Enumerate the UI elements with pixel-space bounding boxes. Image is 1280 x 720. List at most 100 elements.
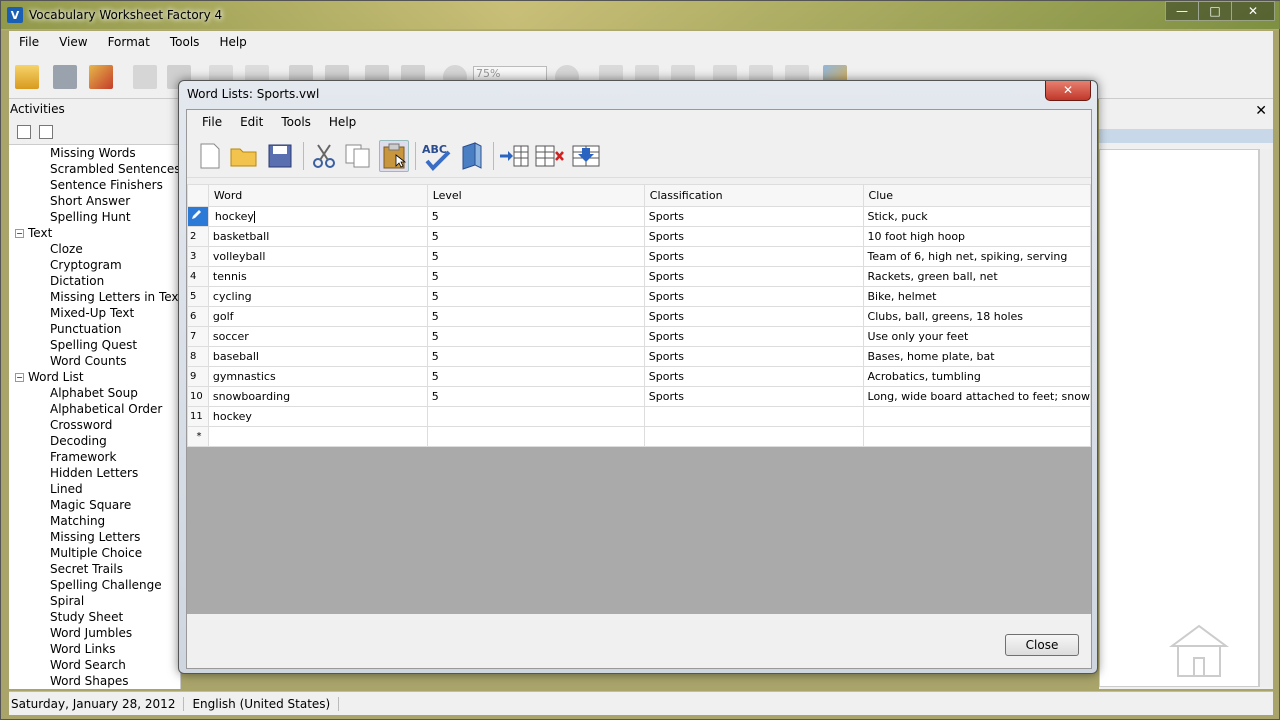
expand-all-icon[interactable] [17, 125, 31, 139]
preview-scrollbar[interactable] [1259, 149, 1273, 687]
paste-icon[interactable] [379, 140, 409, 172]
tree-item[interactable]: Sentence Finishers [9, 177, 181, 193]
tree-item[interactable]: Word Search [9, 657, 181, 673]
tree-item[interactable]: Punctuation [9, 321, 181, 337]
insert-row-icon[interactable] [499, 140, 529, 172]
tree-item[interactable]: Study Sheet [9, 609, 181, 625]
table-row[interactable]: 6 golf 5 Sports Clubs, ball, greens, 18 hole… [187, 306, 1092, 327]
cell-classification[interactable]: Sports [643, 266, 864, 287]
tree-item[interactable]: Dictation [9, 273, 181, 289]
tree-item[interactable]: Hidden Letters [9, 465, 181, 481]
tree-item[interactable]: Spelling Quest [9, 337, 181, 353]
cell-clue[interactable]: Clubs, ball, greens, 18 holes [862, 306, 1092, 327]
cell-level[interactable]: 5 [426, 306, 645, 327]
cell-clue[interactable]: Bases, home plate, bat [862, 346, 1092, 367]
column-header-level[interactable]: Level [426, 184, 645, 207]
cell-clue[interactable]: Use only your feet [862, 326, 1092, 347]
table-row[interactable]: 2 basketball 5 Sports 10 foot high hoop [187, 226, 1092, 247]
cell-classification[interactable]: Sports [643, 226, 864, 247]
cell-clue[interactable]: Bike, helmet [862, 286, 1092, 307]
maximize-button[interactable]: □ [1198, 1, 1232, 21]
column-header-clue[interactable]: Clue [862, 184, 1092, 207]
collapse-node-icon[interactable]: − [15, 373, 24, 382]
tree-item[interactable]: Mixed-Up Text [9, 305, 181, 321]
cell-word[interactable]: hockey [207, 406, 428, 427]
new-file-icon[interactable] [195, 140, 225, 172]
menu-file[interactable]: File [9, 35, 49, 49]
save-icon[interactable] [53, 65, 77, 89]
cell-classification[interactable]: Sports [643, 206, 864, 227]
open-folder-icon[interactable] [15, 65, 39, 89]
cell-word[interactable]: hockey [207, 206, 428, 227]
close-pane-icon[interactable]: ✕ [1255, 103, 1267, 119]
tree-item[interactable]: Matching [9, 513, 181, 529]
dictionary-icon[interactable] [457, 140, 487, 172]
table-row[interactable]: 9 gymnastics 5 Sports Acrobatics, tumbling [187, 366, 1092, 387]
cell-level[interactable]: 5 [426, 266, 645, 287]
tree-item[interactable]: Magic Square [9, 497, 181, 513]
magic-wand-icon[interactable] [89, 65, 113, 89]
tree-item[interactable]: Lined [9, 481, 181, 497]
tree-item[interactable]: Word Jumbles [9, 625, 181, 641]
tree-category[interactable]: − Text [9, 225, 181, 241]
tree-item[interactable]: Missing Words [9, 145, 181, 161]
row-number[interactable]: 6 [187, 306, 209, 327]
cell-clue[interactable]: Acrobatics, tumbling [862, 366, 1092, 387]
cell-classification[interactable]: Sports [643, 246, 864, 267]
menu-tools[interactable]: Tools [160, 35, 210, 49]
tree-item[interactable]: Spelling Hunt [9, 209, 181, 225]
dialog-menu-tools[interactable]: Tools [272, 115, 320, 129]
table-row[interactable]: 4 tennis 5 Sports Rackets, green ball, net [187, 266, 1092, 287]
cell-level[interactable]: 5 [426, 326, 645, 347]
tree-item[interactable]: Spiral [9, 593, 181, 609]
copy-icon[interactable] [343, 140, 373, 172]
dialog-close-button[interactable]: Close [1005, 634, 1079, 656]
dialog-menu-file[interactable]: File [193, 115, 231, 129]
tree-item[interactable]: Alphabetical Order [9, 401, 181, 417]
save-icon[interactable] [265, 140, 295, 172]
row-number[interactable]: 11 [187, 406, 209, 427]
cell-level[interactable]: 5 [426, 286, 645, 307]
menu-help[interactable]: Help [209, 35, 256, 49]
row-number[interactable]: 5 [187, 286, 209, 307]
cell-level[interactable]: 5 [426, 226, 645, 247]
table-row[interactable]: 10 snowboarding 5 Sports Long, wide board at… [187, 386, 1092, 407]
tree-item[interactable]: Missing Letters in Text [9, 289, 181, 305]
tree-item[interactable]: Word Shapes [9, 673, 181, 689]
tree-item[interactable]: Cryptogram [9, 257, 181, 273]
collapse-node-icon[interactable]: − [15, 229, 24, 238]
cell-classification[interactable]: Sports [643, 386, 864, 407]
table-row[interactable]: 3 volleyball 5 Sports Team of 6, high net, s… [187, 246, 1092, 267]
cell-word[interactable]: gymnastics [207, 366, 428, 387]
tree-item[interactable]: Scrambled Sentences [9, 161, 181, 177]
minimize-button[interactable]: — [1165, 1, 1199, 21]
row-number[interactable]: 4 [187, 266, 209, 287]
table-row[interactable]: 8 baseball 5 Sports Bases, home plate, bat [187, 346, 1092, 367]
dialog-menu-help[interactable]: Help [320, 115, 365, 129]
table-row[interactable]: hockey 5 Sports Stick, puck [187, 206, 1092, 227]
cell-clue[interactable]: 10 foot high hoop [862, 226, 1092, 247]
cell-level[interactable]: 5 [426, 246, 645, 267]
cell-clue[interactable] [862, 406, 1092, 427]
cell-clue[interactable]: Rackets, green ball, net [862, 266, 1092, 287]
empty-cell[interactable] [207, 426, 428, 447]
cell-clue[interactable]: Long, wide board attached to feet; snow [862, 386, 1092, 407]
row-number[interactable]: 3 [187, 246, 209, 267]
cell-classification[interactable] [643, 406, 864, 427]
cell-classification[interactable]: Sports [643, 326, 864, 347]
cell-classification[interactable]: Sports [643, 286, 864, 307]
tree-item[interactable]: Word Counts [9, 353, 181, 369]
cell-level[interactable] [426, 406, 645, 427]
edit-pencil-icon[interactable] [187, 206, 209, 227]
cell-level[interactable]: 5 [426, 386, 645, 407]
tree-item[interactable]: Secret Trails [9, 561, 181, 577]
page-icon[interactable] [133, 65, 157, 89]
table-row[interactable]: 5 cycling 5 Sports Bike, helmet [187, 286, 1092, 307]
tree-item[interactable]: Crossword [9, 417, 181, 433]
table-row[interactable]: 11 hockey [187, 406, 1092, 427]
cell-clue[interactable]: Stick, puck [862, 206, 1092, 227]
cell-level[interactable]: 5 [426, 346, 645, 367]
tree-item[interactable]: Decoding [9, 433, 181, 449]
empty-cell[interactable] [643, 426, 864, 447]
tree-item[interactable]: Cloze [9, 241, 181, 257]
